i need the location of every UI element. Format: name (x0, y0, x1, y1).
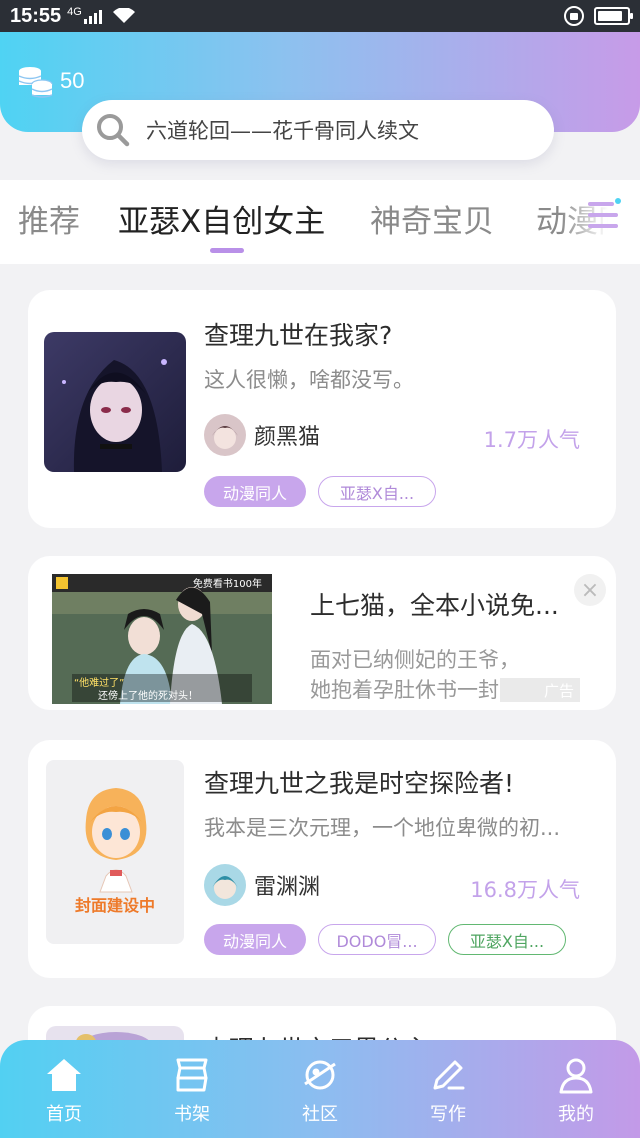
popularity-count: 16.8万人气 (470, 878, 580, 902)
ad-image-brand: 免费看书100年 (193, 577, 262, 590)
story-description: 这人很懒，啥都没写。 (204, 368, 414, 392)
nav-label: 写作 (430, 1104, 466, 1125)
story-card[interactable]: 封面建设中 查理九世之我是时空探险者! 我本是三次元理，一个地位卑微的初... … (28, 740, 616, 978)
author-name: 颜黑猫 (254, 425, 321, 450)
ad-card[interactable]: 免费看书100年 “他难过了” 还傍上了他的死对头！ 上七猫，全本小说免... … (28, 556, 616, 710)
network-type: 4G (67, 6, 82, 18)
nav-label: 首页 (46, 1104, 82, 1125)
ad-title[interactable]: 上七猫，全本小说免... (310, 586, 559, 622)
status-time: 15:55 (10, 4, 62, 27)
ad-image-caption2: 还傍上了他的死对头！ (98, 689, 198, 702)
profile-icon (559, 1058, 593, 1094)
nav-profile[interactable]: 我的 (512, 1040, 640, 1138)
nav-community[interactable]: 社区 (256, 1040, 384, 1138)
popularity-count: 1.7万人气 (483, 428, 580, 452)
bottom-nav: 首页 书架 社区 写作 我的 (0, 1040, 640, 1138)
status-bar: 15:55 4G (0, 0, 640, 32)
tab-pokemon[interactable]: 神奇宝贝 (370, 196, 494, 241)
story-author[interactable]: 颜黑猫 (204, 414, 320, 456)
battery-icon (594, 7, 633, 25)
story-card[interactable]: 查理九世在我家? 这人很懒，啥都没写。 颜黑猫 1.7万人气 动漫同人 亚瑟X自… (28, 290, 616, 528)
search-icon (97, 114, 130, 147)
story-tags: 动漫同人 亚瑟X自... (204, 476, 436, 507)
nav-bookshelf[interactable]: 书架 (128, 1040, 256, 1138)
ad-image: 免费看书100年 “他难过了” 还傍上了他的死对头！ (52, 574, 272, 704)
pen-icon (433, 1060, 465, 1090)
nav-home[interactable]: 首页 (0, 1040, 128, 1138)
story-description: 我本是三次元理，一个地位卑微的初... (204, 816, 561, 840)
close-icon: × (580, 577, 600, 603)
tag[interactable]: 动漫同人 (204, 924, 306, 955)
tab-arthur[interactable]: 亚瑟X自创女主 (118, 196, 325, 241)
signal-icon (83, 8, 102, 24)
nav-write[interactable]: 写作 (384, 1040, 512, 1138)
coin-count: 50 (60, 68, 85, 93)
coin-balance[interactable]: 50 (16, 62, 84, 100)
home-icon (47, 1059, 81, 1091)
coin-stack-icon (18, 67, 53, 98)
ad-badge: 广告 (500, 678, 580, 702)
tag[interactable]: 亚瑟X自... (448, 924, 566, 955)
ad-description-line1: 面对已纳侧妃的王爷， (310, 648, 520, 672)
tag[interactable]: 亚瑟X自... (318, 476, 436, 507)
author-name: 雷渊渊 (254, 875, 321, 900)
search-bar[interactable]: 六道轮回——花千骨同人续文 (82, 100, 554, 160)
story-title[interactable]: 查理九世之我是时空探险者! (204, 764, 514, 800)
ad-close-button[interactable]: × (574, 574, 606, 606)
tab-recommend[interactable]: 推荐 (18, 196, 80, 241)
rotation-lock-icon (564, 6, 584, 26)
cover-placeholder-text: 封面建设中 (74, 896, 155, 915)
ad-description-line2: 她抱着孕肚休书一封 (310, 678, 499, 702)
story-author[interactable]: 雷渊渊 (204, 864, 320, 906)
tag[interactable]: 动漫同人 (204, 476, 306, 507)
tag[interactable]: DODO冒... (318, 924, 436, 955)
planet-icon (304, 1060, 336, 1090)
avatar (204, 414, 246, 456)
avatar (204, 864, 246, 906)
nav-label: 社区 (302, 1104, 338, 1125)
search-placeholder: 六道轮回——花千骨同人续文 (146, 119, 419, 143)
story-tags: 动漫同人 DODO冒... 亚瑟X自... (204, 924, 566, 955)
wifi-icon (112, 8, 135, 23)
category-tabs: 推荐 亚瑟X自创女主 神奇宝贝 动漫同人 (0, 180, 640, 264)
ad-image-caption1: “他难过了” (74, 676, 124, 689)
nav-label: 书架 (174, 1104, 210, 1125)
story-title[interactable]: 查理九世在我家? (204, 316, 392, 352)
nav-label: 我的 (558, 1104, 594, 1125)
bookshelf-icon (176, 1058, 208, 1092)
story-cover: 封面建设中 (46, 760, 184, 944)
story-cover (44, 332, 186, 472)
active-tab-indicator (210, 248, 244, 253)
category-menu-icon[interactable] (578, 188, 634, 244)
